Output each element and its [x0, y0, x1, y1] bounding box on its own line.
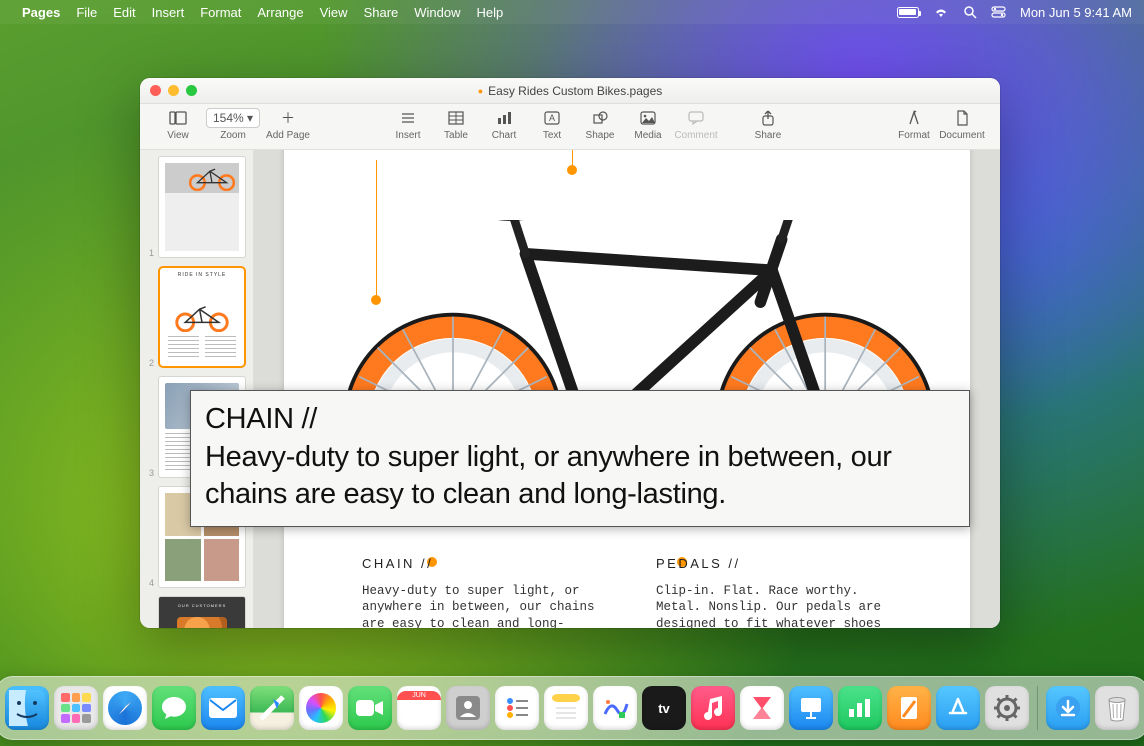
toolbar-format[interactable]: Format	[890, 108, 938, 141]
callout-dot	[567, 165, 577, 175]
dock-separator	[1037, 686, 1038, 730]
menu-insert[interactable]: Insert	[152, 5, 185, 20]
dock-launchpad[interactable]	[54, 686, 98, 730]
menu-share[interactable]: Share	[364, 5, 399, 20]
wifi-icon[interactable]	[933, 6, 949, 18]
fullscreen-button[interactable]	[186, 85, 197, 96]
menubar-clock[interactable]: Mon Jun 5 9:41 AM	[1020, 5, 1132, 20]
menu-arrange[interactable]: Arrange	[257, 5, 303, 20]
menu-edit[interactable]: Edit	[113, 5, 135, 20]
toolbar-comment: Comment	[672, 108, 720, 141]
dock-safari[interactable]	[103, 686, 147, 730]
menu-file[interactable]: File	[76, 5, 97, 20]
spotlight-icon[interactable]	[963, 5, 977, 19]
dock-finder[interactable]	[5, 686, 49, 730]
dock-music[interactable]	[691, 686, 735, 730]
document-text-columns: CHAIN // Heavy-duty to super light, or a…	[362, 555, 910, 628]
dock-notes[interactable]	[544, 686, 588, 730]
dock-messages[interactable]	[152, 686, 196, 730]
toolbar-chart[interactable]: Chart	[480, 108, 528, 141]
toolbar-view[interactable]: View	[154, 108, 202, 141]
hover-text-body: Heavy-duty to super light, or anywhere i…	[205, 439, 955, 514]
toolbar-shape[interactable]: Shape	[576, 108, 624, 141]
document-page: CHAIN // Heavy-duty to super light, or a…	[284, 150, 970, 628]
toolbar-text[interactable]: A Text	[528, 108, 576, 141]
dock: JUN 5 tv	[0, 676, 1144, 740]
close-button[interactable]	[150, 85, 161, 96]
document-title: Easy Rides Custom Bikes.pages	[478, 84, 663, 98]
dock-downloads[interactable]	[1046, 686, 1090, 730]
svg-text:A: A	[549, 113, 555, 123]
dock-freeform[interactable]	[593, 686, 637, 730]
dock-keynote[interactable]	[789, 686, 833, 730]
toolbar-zoom[interactable]: 154% ▾ Zoom	[202, 108, 264, 141]
battery-icon[interactable]	[897, 7, 919, 18]
dock-appstore[interactable]	[936, 686, 980, 730]
dock-mail[interactable]	[201, 686, 245, 730]
dock-trash[interactable]	[1095, 686, 1139, 730]
thumbnail-5[interactable]: 5 OUR CUSTOMERS	[146, 596, 247, 628]
dock-facetime[interactable]	[348, 686, 392, 730]
menu-format[interactable]: Format	[200, 5, 241, 20]
dock-maps[interactable]	[250, 686, 294, 730]
thumbnail-2[interactable]: 2 RIDE IN STYLE	[146, 266, 247, 368]
toolbar-document[interactable]: Document	[938, 108, 986, 141]
menu-window[interactable]: Window	[414, 5, 460, 20]
toolbar: View 154% ▾ Zoom ＋ Add Page Insert Table	[140, 104, 1000, 150]
hover-text-heading: CHAIN //	[205, 401, 955, 439]
dock-contacts[interactable]	[446, 686, 490, 730]
menu-view[interactable]: View	[320, 5, 348, 20]
menubar: Pages File Edit Insert Format Arrange Vi…	[0, 0, 1144, 24]
control-center-icon[interactable]	[991, 6, 1006, 18]
dock-settings[interactable]	[985, 686, 1029, 730]
toolbar-share[interactable]: Share	[744, 108, 792, 141]
column-pedals[interactable]: PEDALS // Clip-in. Flat. Race worthy. Me…	[656, 555, 910, 628]
dock-numbers[interactable]	[838, 686, 882, 730]
toolbar-table[interactable]: Table	[432, 108, 480, 141]
desktop: Pages File Edit Insert Format Arrange Vi…	[0, 0, 1144, 746]
column-chain[interactable]: CHAIN // Heavy-duty to super light, or a…	[362, 555, 616, 628]
toolbar-media[interactable]: Media	[624, 108, 672, 141]
app-menu[interactable]: Pages	[22, 5, 60, 20]
hover-text-overlay: CHAIN // Heavy-duty to super light, or a…	[190, 390, 970, 527]
thumbnail-sidebar: 1 2 RIDE IN STYLE	[140, 150, 254, 628]
dock-photos[interactable]	[299, 686, 343, 730]
dock-pages[interactable]	[887, 686, 931, 730]
document-canvas[interactable]: CHAIN // Heavy-duty to super light, or a…	[254, 150, 1000, 628]
dock-calendar[interactable]: JUN 5	[397, 686, 441, 730]
titlebar[interactable]: Easy Rides Custom Bikes.pages	[140, 78, 1000, 104]
dock-news[interactable]	[740, 686, 784, 730]
pages-window: Easy Rides Custom Bikes.pages View 154% …	[140, 78, 1000, 628]
menu-help[interactable]: Help	[477, 5, 504, 20]
toolbar-insert[interactable]: Insert	[384, 108, 432, 141]
thumbnail-1[interactable]: 1	[146, 156, 247, 258]
dock-tv[interactable]: tv	[642, 686, 686, 730]
window-controls	[150, 85, 197, 96]
dock-reminders[interactable]	[495, 686, 539, 730]
toolbar-add-page[interactable]: ＋ Add Page	[264, 108, 312, 141]
minimize-button[interactable]	[168, 85, 179, 96]
